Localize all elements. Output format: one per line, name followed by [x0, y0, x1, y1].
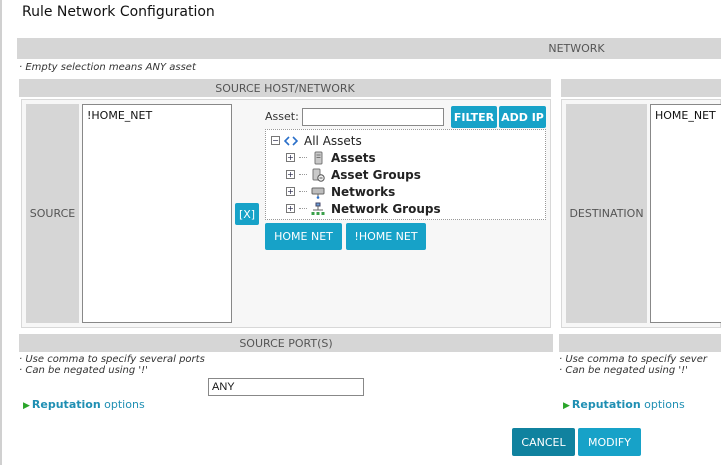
expand-arrow-icon: ▶: [563, 401, 570, 411]
expand-icon[interactable]: +: [286, 170, 295, 179]
destination-label: DESTINATION: [566, 104, 647, 323]
modify-button[interactable]: MODIFY: [578, 428, 641, 456]
source-label-text: SOURCE: [29, 207, 76, 220]
source-host-network-header: SOURCE HOST/NETWORK: [19, 79, 551, 97]
source-ports-header: SOURCE PORT(S): [19, 334, 553, 352]
destination-selected-list[interactable]: HOME_NET: [650, 104, 721, 323]
network-group-icon: [311, 202, 325, 216]
network-header: NETWORK: [17, 38, 721, 59]
tree-node-label[interactable]: Asset Groups: [331, 168, 421, 182]
expand-icon[interactable]: +: [286, 204, 295, 213]
source-label: SOURCE: [26, 104, 79, 323]
tree-node-label[interactable]: Networks: [331, 185, 395, 199]
source-selected-list[interactable]: !HOME_NET: [82, 104, 232, 323]
tree-node-label[interactable]: Network Groups: [331, 202, 441, 216]
dialog-left-edge: [0, 0, 2, 465]
destination-host-network-header: [561, 79, 721, 97]
collapse-icon[interactable]: −: [271, 136, 280, 145]
server-group-icon: [311, 168, 325, 182]
remove-source-button[interactable]: [X]: [235, 203, 259, 225]
destination-selected-item[interactable]: HOME_NET: [655, 109, 717, 122]
destination-ports-comma-note: · Use comma to specify sever: [559, 354, 707, 365]
ports-negate-note: · Can be negated using '!': [19, 365, 148, 376]
expand-arrow-icon: ▶: [23, 401, 30, 411]
not-home-net-button[interactable]: !HOME NET: [346, 223, 426, 250]
dialog-title: Rule Network Configuration: [22, 4, 215, 20]
tree-node-assets[interactable]: + Assets: [286, 149, 376, 166]
ports-comma-note: · Use comma to specify several ports: [19, 354, 205, 365]
source-selected-item[interactable]: !HOME_NET: [87, 109, 227, 122]
expand-icon[interactable]: +: [286, 187, 295, 196]
tree-node-asset-groups[interactable]: + Asset Groups: [286, 166, 421, 183]
destination-ports-negate-note: · Can be negated using '!': [559, 365, 688, 376]
asset-search-input[interactable]: [302, 108, 444, 126]
asset-tree: − All Assets + Assets + Asset Groups + N…: [265, 129, 546, 220]
destination-ports-header: [559, 334, 721, 352]
network-icon: [311, 185, 325, 199]
filter-button[interactable]: FILTER: [451, 106, 497, 128]
home-net-button[interactable]: HOME NET: [265, 223, 342, 250]
destination-reputation-options-link[interactable]: ▶ Reputation options: [563, 398, 685, 411]
asset-label: Asset:: [265, 110, 299, 123]
expand-icon[interactable]: +: [286, 153, 295, 162]
tree-node-networks[interactable]: + Networks: [286, 183, 395, 200]
source-host-network-header-label: SOURCE HOST/NETWORK: [215, 81, 355, 95]
source-ports-header-label: SOURCE PORT(S): [239, 336, 333, 350]
code-brackets-icon: [283, 134, 299, 148]
destination-label-text: DESTINATION: [569, 207, 644, 220]
source-ports-input[interactable]: [208, 378, 364, 396]
tree-node-label[interactable]: Assets: [331, 151, 376, 165]
tree-node-network-groups[interactable]: + Network Groups: [286, 200, 441, 217]
network-header-label: NETWORK: [548, 42, 605, 55]
tree-node-all-assets[interactable]: − All Assets: [271, 132, 362, 149]
empty-selection-note: · Empty selection means ANY asset: [19, 62, 196, 73]
source-reputation-options-link[interactable]: ▶ Reputation options: [23, 398, 145, 411]
server-icon: [311, 151, 325, 165]
add-ip-button[interactable]: ADD IP: [499, 106, 546, 128]
tree-node-label[interactable]: All Assets: [304, 134, 362, 148]
cancel-button[interactable]: CANCEL: [512, 428, 575, 456]
